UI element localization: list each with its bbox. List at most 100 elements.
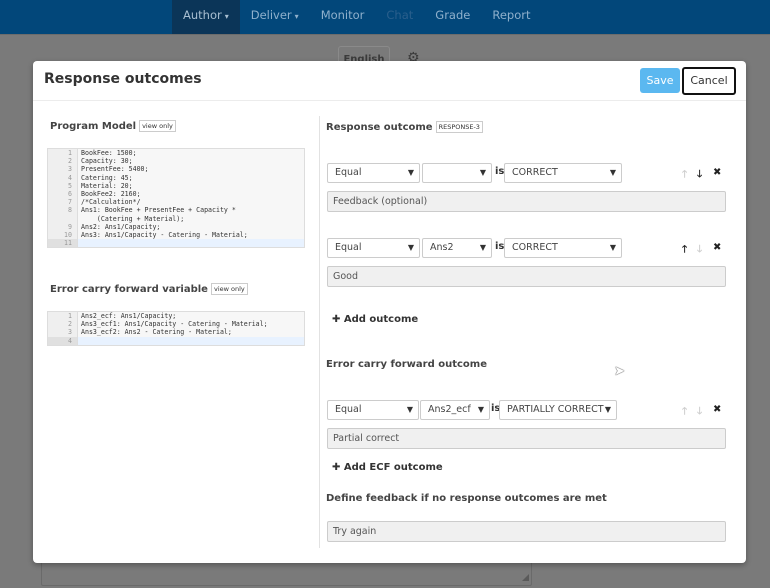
code-line: (Catering + Material);: [48, 214, 304, 223]
operator-select[interactable]: Equal ▼: [327, 400, 419, 420]
is-label: is: [495, 241, 505, 252]
code-text: Ans3_ecf1: Ans1/Capacity - Catering - Ma…: [81, 320, 268, 329]
background-textarea[interactable]: [41, 560, 532, 586]
nav-border: [0, 34, 770, 35]
line-number: 7: [48, 198, 78, 207]
code-line: 2 Capacity: 30;: [48, 157, 304, 166]
remove-icon[interactable]: ✖: [713, 167, 721, 178]
code-line: 11: [48, 239, 304, 248]
code-line: 8 Ans1: BookFee + PresentFee + Capacity *: [48, 206, 304, 215]
nav-chat: Chat: [386, 8, 414, 22]
code-line: 4: [48, 336, 304, 345]
line-number: 1: [48, 312, 78, 321]
chevron-down-icon: ▼: [407, 243, 414, 252]
mouse-cursor-icon: ➤: [614, 364, 625, 379]
line-number: 3: [48, 328, 78, 337]
result-select[interactable]: CORRECT ▼: [504, 238, 622, 258]
line-number: 10: [48, 231, 78, 240]
variable-select[interactable]: Ans2_ecf ▼: [420, 400, 490, 420]
code-text: Ans1: BookFee + PresentFee + Capacity *: [81, 206, 236, 215]
move-up-icon: 🡑: [682, 169, 688, 180]
code-text: Ans2_ecf: Ans1/Capacity;: [81, 312, 177, 320]
code-line: 3 Ans3_ecf2: Ans2 - Catering - Material;: [48, 328, 304, 337]
remove-icon[interactable]: ✖: [713, 242, 721, 253]
ecf-feedback-input[interactable]: Partial correct: [327, 428, 726, 449]
move-up-icon[interactable]: 🡑: [682, 242, 687, 259]
code-line: 2 Ans3_ecf1: Ans1/Capacity - Catering - M…: [48, 320, 304, 329]
code-text: Catering: 45;: [81, 173, 133, 182]
line-number: 11: [48, 239, 78, 248]
line-number: 4: [48, 173, 78, 182]
nav-report[interactable]: Report: [481, 0, 541, 34]
move-down-icon[interactable]: 🡓: [697, 167, 702, 184]
operator-select[interactable]: Equal ▼: [327, 163, 420, 183]
line-number: 2: [48, 157, 78, 166]
remove-icon[interactable]: ✖: [713, 404, 721, 415]
top-nav: Author ▾ Deliver ▾ Monitor Chat Grade Repo…: [0, 0, 770, 34]
move-down-icon: 🡓: [697, 244, 703, 255]
code-line: 9 Ans2: Ans1/Capacity;: [48, 222, 304, 232]
is-label: is: [495, 166, 505, 177]
code-line: 10 Ans3: Ans1/Capacity - Catering - Mater…: [48, 231, 304, 240]
code-text: Ans3: Ans1/Capacity - Catering - Materia…: [81, 231, 248, 240]
line-number: 8: [48, 206, 78, 215]
response-id-badge: RESPONSE-3: [435, 121, 483, 133]
operator-select[interactable]: Equal ▼: [327, 238, 420, 258]
nav-author[interactable]: Author ▾: [172, 0, 240, 34]
chevron-down-icon: ▼: [407, 168, 414, 177]
modal-header: Response outcomes Save Cancel: [33, 61, 746, 101]
chevron-down-icon: ▼: [479, 168, 486, 177]
view-only-badge: view only: [210, 283, 248, 295]
modal-title: Response outcomes: [44, 71, 202, 87]
program-model-label: Program Model view only: [50, 120, 176, 132]
save-button[interactable]: Save: [640, 68, 680, 93]
code-text: Capacity: 30;: [81, 157, 133, 166]
feedback-input[interactable]: Feedback (optional): [327, 191, 726, 212]
fallback-feedback-input[interactable]: Try again: [327, 521, 726, 542]
code-line: 3 PresentFee: 5400;: [48, 165, 304, 174]
code-line: 7/*Calculation*/: [48, 198, 304, 207]
chevron-down-icon: ▼: [406, 405, 413, 414]
cancel-button[interactable]: Cancel: [682, 67, 736, 95]
line-number: 1: [48, 149, 78, 158]
ecf-variable-editor[interactable]: 1 Ans2_ecf: Ans1/Capacity; 2 Ans3_ecf1: Ans…: [47, 311, 305, 346]
nav-monitor[interactable]: Monitor: [310, 0, 376, 34]
ecf-variable-label: Error carry forward variable view only: [50, 283, 248, 295]
chevron-down-icon: ▾: [224, 12, 229, 21]
response-outcome-label: Response outcome RESPONSE-3: [326, 121, 483, 133]
variable-select[interactable]: Ans2 ▼: [422, 238, 492, 258]
fallback-feedback-label: Define feedback if no response outcomes …: [326, 493, 607, 504]
move-up-icon: 🡑: [682, 406, 688, 417]
code-text: Ans2: Ans1/Capacity;: [81, 222, 161, 231]
view-only-badge: view only: [139, 120, 176, 132]
ecf-outcome-label: Error carry forward outcome: [326, 359, 487, 370]
add-outcome-link[interactable]: ✚ Add outcome: [332, 314, 418, 325]
chevron-down-icon: ▼: [609, 168, 616, 177]
feedback-input[interactable]: Good: [327, 266, 726, 287]
code-line: 1 Ans2_ecf: Ans1/Capacity;: [48, 312, 304, 321]
move-down-icon: 🡓: [697, 406, 703, 417]
add-ecf-outcome-link[interactable]: ✚ Add ECF outcome: [332, 462, 443, 473]
line-number: 9: [48, 222, 78, 232]
line-number: [48, 214, 78, 223]
line-number: 4: [48, 336, 78, 345]
column-divider: [319, 116, 320, 548]
result-select[interactable]: PARTIALLY CORRECT ▼: [499, 400, 617, 420]
line-number: 6: [48, 190, 78, 199]
nav-grade[interactable]: Grade: [424, 0, 481, 34]
line-number: 2: [48, 320, 78, 329]
code-text: BookFee2: 2160;: [81, 190, 141, 199]
nav-deliver[interactable]: Deliver ▾: [240, 0, 310, 34]
response-outcomes-modal: Response outcomes Save Cancel Program Mo…: [33, 61, 746, 563]
result-select[interactable]: CORRECT ▼: [504, 163, 622, 183]
code-text: (Catering + Material);: [81, 214, 185, 223]
code-text: Ans3_ecf2: Ans2 - Catering - Material;: [81, 328, 232, 337]
variable-select[interactable]: ▼: [422, 163, 492, 183]
chevron-down-icon: ▾: [294, 12, 299, 21]
plus-icon: ✚: [332, 462, 344, 473]
chevron-down-icon: ▼: [604, 405, 611, 414]
program-model-editor[interactable]: 1 BookFee: 1500; 2 Capacity: 30; 3 PresentFee…: [47, 148, 305, 249]
chevron-down-icon: ▼: [477, 405, 484, 414]
